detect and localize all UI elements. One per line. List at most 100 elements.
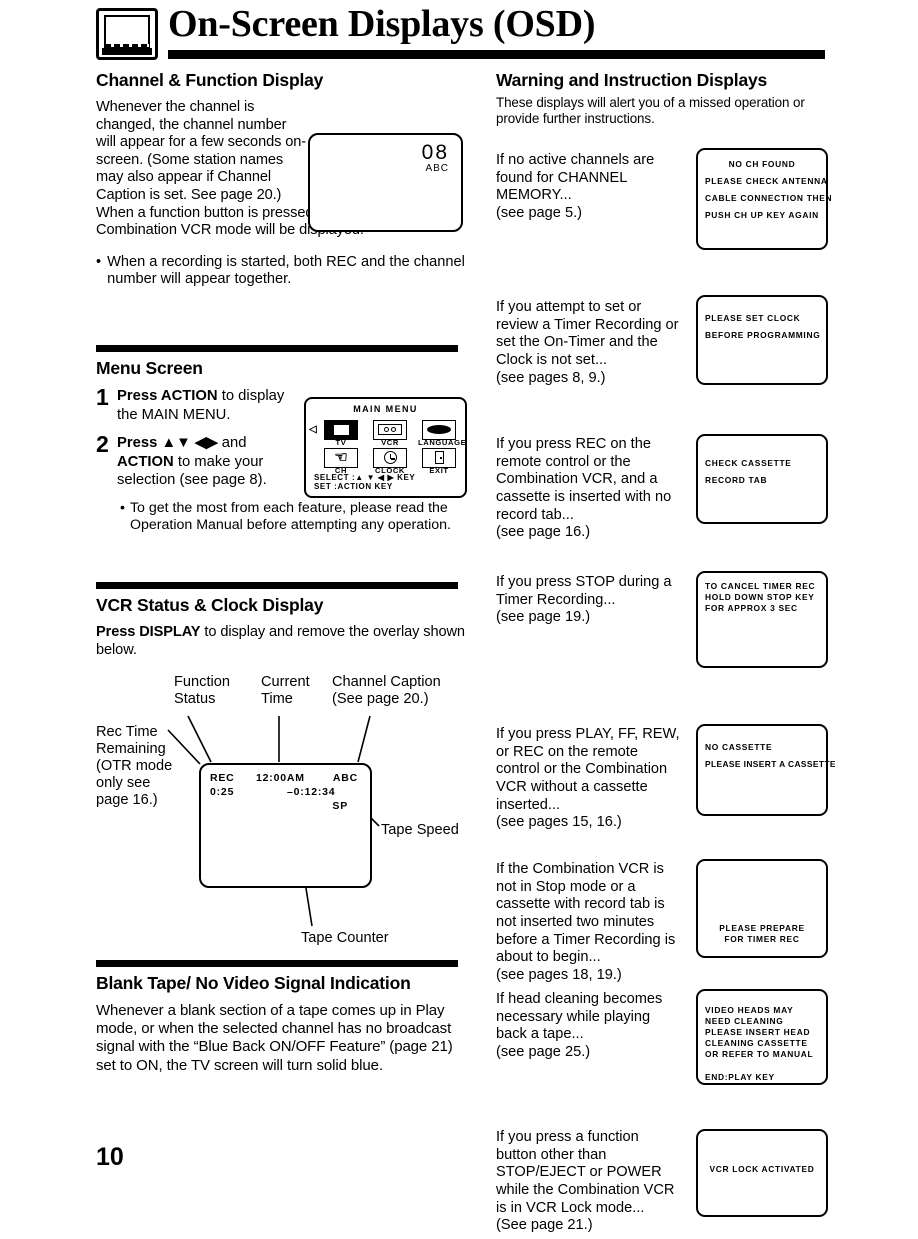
language-icon bbox=[422, 419, 456, 440]
tv-icon bbox=[324, 419, 358, 440]
osd-footer-line: END:PLAY KEY bbox=[705, 1072, 775, 1083]
channel-display-mock: 08 ABC bbox=[308, 133, 463, 232]
main-menu-item-exit[interactable]: EXIT bbox=[418, 447, 460, 475]
warning-entry-text: If you attempt to set or review a Timer … bbox=[496, 299, 679, 386]
main-menu-item-ch[interactable]: ☜ CH bbox=[320, 447, 362, 475]
tv-icon-base bbox=[102, 48, 152, 55]
exit-door-icon bbox=[422, 447, 456, 468]
manual-page: On-Screen Displays (OSD) Channel & Funct… bbox=[0, 0, 918, 1233]
main-menu-footer-set: SET :ACTION KEY bbox=[314, 482, 393, 492]
section-heading-vcr-status: VCR Status & Clock Display bbox=[96, 595, 324, 616]
menu-step-1: 1 Press ACTION to display the MAIN MENU. bbox=[96, 383, 296, 424]
osd-message-box: VIDEO HEADS MAY NEED CLEANING PLEASE INS… bbox=[696, 989, 828, 1086]
cursor-icon: ◁ bbox=[309, 423, 317, 435]
osd-message-box: VCR LOCK ACTIVATED bbox=[696, 1129, 828, 1218]
channel-function-paragraph-1: Whenever the channel is changed, the cha… bbox=[96, 99, 307, 203]
osd-line: CLEANING CASSETTE bbox=[705, 1038, 808, 1049]
warning-entry: If head cleaning becomes necessary while… bbox=[496, 989, 828, 1107]
overlay-current-time: 12:00AM bbox=[256, 771, 305, 784]
osd-line: FOR APPROX 3 SEC bbox=[705, 603, 798, 614]
right-column: Warning and Instruction Displays These d… bbox=[496, 70, 836, 1239]
osd-line: CABLE CONNECTION THEN bbox=[705, 193, 833, 204]
channel-number: 08 bbox=[421, 141, 449, 164]
section-vcr-status: VCR Status & Clock Display Press DISPLAY… bbox=[96, 582, 471, 957]
osd-line: VIDEO HEADS MAY bbox=[705, 1005, 794, 1016]
vcr-cassette-icon bbox=[373, 419, 407, 440]
warning-entry: If you press a function button other tha… bbox=[496, 1129, 828, 1239]
osd-line: VCR LOCK ACTIVATED bbox=[709, 1164, 815, 1175]
osd-line: PLEASE INSERT HEAD bbox=[705, 1027, 811, 1038]
tv-icon-vents bbox=[105, 44, 149, 47]
overlay-rec-time-remaining: 0:25 bbox=[210, 785, 235, 798]
main-menu-item-tv[interactable]: ◁ TV bbox=[309, 419, 362, 447]
osd-line: PLEASE SET CLOCK bbox=[705, 313, 801, 324]
main-menu-item-clock[interactable]: CLOCK bbox=[369, 447, 411, 475]
main-menu-grid: ◁ TV VCR LANGUAGE ☜ CH CLOCK EXIT bbox=[309, 419, 466, 475]
header-rule bbox=[168, 50, 825, 59]
bullet-dot-icon: • bbox=[96, 253, 102, 270]
osd-line: PLEASE CHECK ANTENNA bbox=[705, 176, 828, 187]
osd-message-box: NO CH FOUND PLEASE CHECK ANTENNA CABLE C… bbox=[696, 148, 833, 251]
channel-function-bullet: • When a recording is started, both REC … bbox=[96, 254, 471, 289]
warning-entry-text: If you press PLAY, FF, REW, or REC on th… bbox=[496, 726, 680, 831]
osd-line: PLEASE PREPARE bbox=[719, 923, 805, 934]
main-menu-footer: SELECT :▲ ▼ ◀ ▶ KEY SET :ACTION KEY bbox=[314, 473, 415, 492]
bullet-dot-icon: • bbox=[120, 499, 125, 516]
warning-entry: If no active channels are found for CHAN… bbox=[496, 148, 832, 272]
main-menu-item-vcr[interactable]: VCR bbox=[369, 419, 411, 447]
page-number: 10 bbox=[96, 1143, 124, 1171]
menu-step-2: 2 Press ▲▼ ◀▶ and ACTION to make your se… bbox=[96, 431, 296, 490]
menu-step-2-bold-press: Press bbox=[117, 435, 158, 452]
channel-function-bullet-text: When a recording is started, both REC an… bbox=[107, 253, 465, 288]
osd-line: NO CH FOUND bbox=[728, 159, 796, 170]
overlay-function-status: REC bbox=[210, 771, 235, 784]
main-menu-label-vcr: VCR bbox=[381, 437, 399, 447]
warning-entry: If you press REC on the remote control o… bbox=[496, 434, 828, 564]
osd-line: PLEASE INSERT A CASSETTE bbox=[705, 759, 836, 770]
section-divider-blank-tape bbox=[96, 959, 458, 967]
warning-entry: If you attempt to set or review a Timer … bbox=[496, 295, 828, 414]
clock-icon bbox=[373, 447, 407, 468]
blank-tape-paragraph: Whenever a blank section of a tape comes… bbox=[96, 1001, 453, 1074]
osd-line: NO CASSETTE bbox=[705, 742, 773, 753]
menu-step-2-bold-action: ACTION bbox=[117, 453, 174, 470]
section-divider-menu-screen bbox=[96, 344, 458, 352]
menu-step-2-number: 2 bbox=[96, 431, 109, 458]
main-menu-mock: MAIN MENU ◁ TV VCR LANGUAGE ☜ CH CLOCK E… bbox=[304, 396, 467, 498]
osd-line: RECORD TAB bbox=[705, 475, 768, 486]
overlay-channel-caption: ABC bbox=[332, 771, 358, 784]
osd-line: NEED CLEANING bbox=[705, 1016, 784, 1027]
warning-entry-text: If no active channels are found for CHAN… bbox=[496, 152, 655, 221]
warning-entry: If you press PLAY, FF, REW, or REC on th… bbox=[496, 724, 836, 851]
section-divider-vcr-status bbox=[96, 582, 458, 590]
overlay-tape-counter: –0:12:34 bbox=[287, 785, 336, 798]
section-heading-menu-screen: Menu Screen bbox=[96, 357, 203, 378]
direction-arrows-icon: ▲▼ ◀▶ bbox=[161, 435, 218, 452]
menu-step-1-bold: Press ACTION bbox=[117, 387, 218, 404]
page-title: On-Screen Displays (OSD) bbox=[168, 3, 596, 45]
section-heading-channel-function: Channel & Function Display bbox=[96, 70, 324, 90]
warning-entry: If the Combination VCR is not in Stop mo… bbox=[496, 859, 828, 1001]
warning-entry-text: If head cleaning becomes necessary while… bbox=[496, 991, 663, 1060]
vcr-status-diagram: Function Status Current Time Channel Cap… bbox=[96, 668, 471, 958]
warning-entry-text: If you press a function button other tha… bbox=[496, 1129, 675, 1234]
left-column: Channel & Function Display Whenever the … bbox=[96, 70, 471, 1075]
warning-entry: If you press STOP during a Timer Recordi… bbox=[496, 571, 828, 694]
menu-step-1-number: 1 bbox=[96, 383, 109, 410]
menu-screen-bullet: • To get the most from each feature, ple… bbox=[120, 500, 471, 534]
tv-icon bbox=[96, 8, 158, 60]
section-channel-function: Channel & Function Display Whenever the … bbox=[96, 70, 471, 289]
osd-line: BEFORE PROGRAMMING bbox=[705, 330, 821, 341]
main-menu-item-language[interactable]: LANGUAGE bbox=[418, 419, 466, 447]
warning-entry-text: If you press REC on the remote control o… bbox=[496, 436, 672, 541]
antenna-icon: ☜ bbox=[324, 447, 358, 468]
osd-message-box: NO CASSETTE PLEASE INSERT A CASSETTE bbox=[696, 724, 836, 817]
menu-step-2-text: Press ▲▼ ◀▶ and ACTION to make your sele… bbox=[117, 434, 296, 490]
main-menu-label-exit: EXIT bbox=[429, 465, 449, 475]
section-heading-warnings: Warning and Instruction Displays bbox=[496, 70, 768, 90]
overlay-tape-speed: SP bbox=[332, 799, 348, 812]
main-menu-title: MAIN MENU bbox=[353, 403, 418, 414]
vcr-status-instruction: Press DISPLAY to display and remove the … bbox=[96, 624, 471, 659]
osd-message-box: TO CANCEL TIMER REC HOLD DOWN STOP KEY F… bbox=[696, 571, 828, 669]
section-heading-blank-tape: Blank Tape/ No Video Signal Indication bbox=[96, 972, 411, 993]
